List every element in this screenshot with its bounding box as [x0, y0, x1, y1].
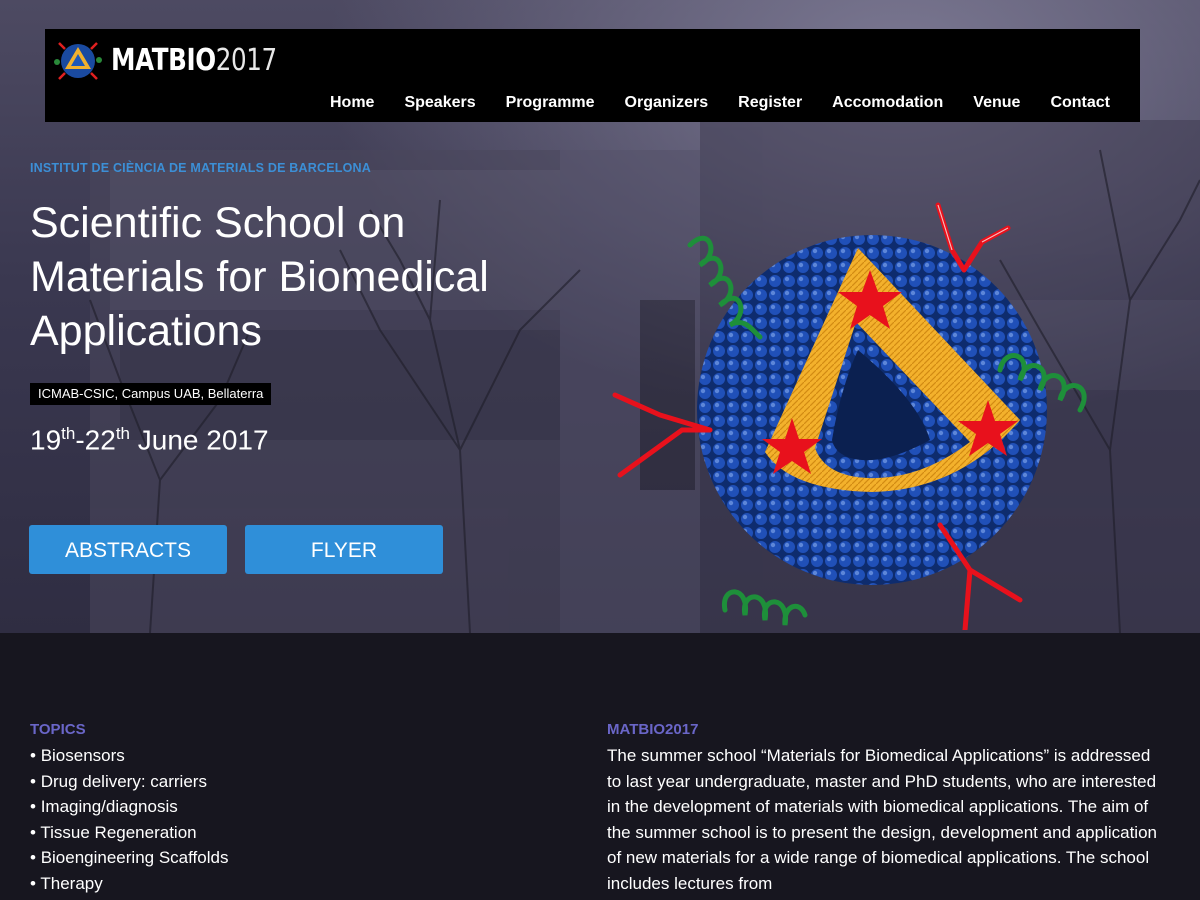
hero-section: MATBIO2017 Home Speakers Programme Organ… [0, 0, 1200, 633]
date-start-suffix: th [61, 424, 76, 443]
navbar: MATBIO2017 Home Speakers Programme Organ… [45, 29, 1140, 122]
topic-item: Imaging/diagnosis [30, 794, 228, 820]
date-end-suffix: th [115, 424, 130, 443]
brand-year: 2017 [215, 43, 277, 78]
nav-organizers[interactable]: Organizers [625, 94, 709, 112]
topics-heading: TOPICS [30, 721, 86, 738]
nav-venue[interactable]: Venue [973, 94, 1020, 112]
content-section: TOPICS Biosensors Drug delivery: carrier… [0, 633, 1200, 900]
topics-list: Biosensors Drug delivery: carriers Imagi… [30, 743, 228, 896]
page-title: Scientific School on Materials for Biome… [30, 199, 489, 355]
matbio-logo-icon[interactable] [53, 35, 103, 85]
date-end: -22 [75, 424, 116, 456]
date-start: 19 [30, 424, 62, 456]
brand-text: MATBIO [111, 43, 216, 78]
topic-item: Tissue Regeneration [30, 820, 228, 846]
brand-name[interactable]: MATBIO2017 [111, 43, 277, 78]
nav-programme[interactable]: Programme [506, 94, 595, 112]
about-paragraph: The summer school “Materials for Biomedi… [607, 746, 1157, 893]
flyer-button[interactable]: FLYER [245, 525, 443, 574]
nav-contact[interactable]: Contact [1050, 94, 1110, 112]
about-heading: MATBIO2017 [607, 721, 699, 738]
event-dates: 19th-22th June 2017 [30, 424, 269, 456]
venue-badge: ICMAB-CSIC, Campus UAB, Bellaterra [30, 383, 272, 405]
date-month-year: June 2017 [130, 424, 269, 456]
topic-item: Bioengineering Scaffolds [30, 845, 229, 871]
nav-home[interactable]: Home [330, 94, 374, 112]
topic-item: Biosensors [30, 743, 228, 769]
abstracts-button[interactable]: ABSTRACTS [29, 525, 227, 574]
topic-item: Drug delivery: carriers [30, 769, 228, 795]
institute-name: INSTITUT DE CIÈNCIA DE MATERIALS DE BARC… [30, 161, 371, 175]
nav-register[interactable]: Register [738, 94, 802, 112]
liposome-illustration [612, 202, 1087, 630]
nav-accomodation[interactable]: Accomodation [832, 94, 943, 112]
topic-item: Therapy [30, 871, 228, 897]
nav-speakers[interactable]: Speakers [404, 94, 475, 112]
main-nav: Home Speakers Programme Organizers Regis… [330, 94, 1110, 112]
